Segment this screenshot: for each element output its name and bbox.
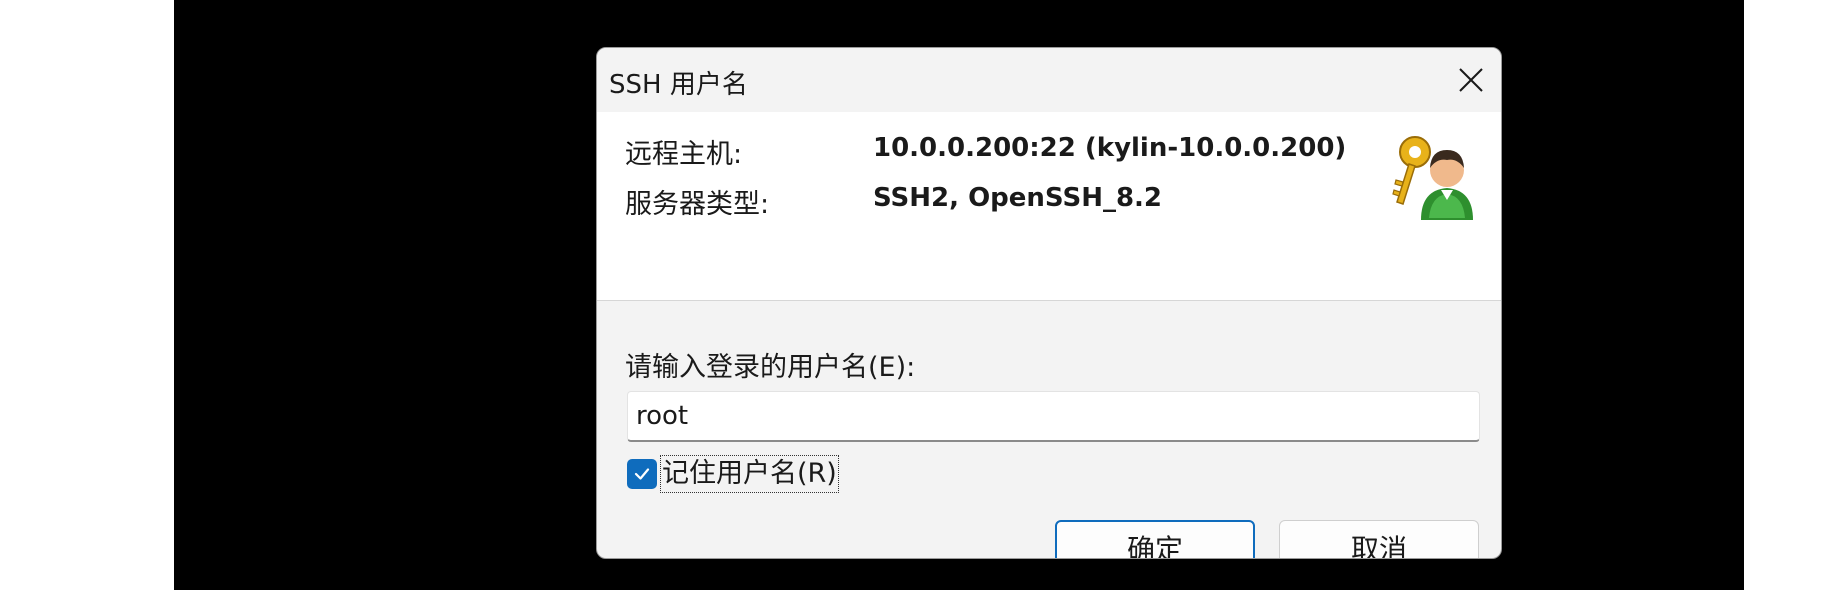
backdrop: SSH 用户名 远程主机: 10.0.0.200:22 (kylin-10.0.…	[174, 0, 1744, 590]
username-input[interactable]	[627, 391, 1480, 442]
checkbox-checked-icon[interactable]	[627, 459, 657, 489]
remember-username-label[interactable]: 记住用户名(R)	[660, 455, 839, 493]
server-type-label: 服务器类型:	[625, 189, 770, 220]
ok-button[interactable]: 确定	[1055, 520, 1255, 558]
server-type-value: SSH2, OpenSSH_8.2	[873, 183, 1163, 213]
close-button[interactable]	[1441, 48, 1501, 112]
close-icon	[1459, 68, 1483, 92]
title-bar: SSH 用户名	[597, 48, 1501, 112]
ssh-username-dialog: SSH 用户名 远程主机: 10.0.0.200:22 (kylin-10.0.…	[596, 47, 1502, 559]
remember-username-checkbox[interactable]: 记住用户名(R)	[627, 454, 839, 494]
key-user-icon	[1392, 136, 1473, 220]
remote-host-value: 10.0.0.200:22 (kylin-10.0.0.200)	[873, 133, 1347, 163]
username-prompt-label: 请输入登录的用户名(E):	[625, 352, 916, 383]
dialog-title: SSH 用户名	[609, 70, 748, 100]
connection-info-panel: 远程主机: 10.0.0.200:22 (kylin-10.0.0.200) 服…	[597, 112, 1501, 301]
remote-host-label: 远程主机:	[625, 139, 743, 170]
cancel-button[interactable]: 取消	[1279, 520, 1479, 558]
